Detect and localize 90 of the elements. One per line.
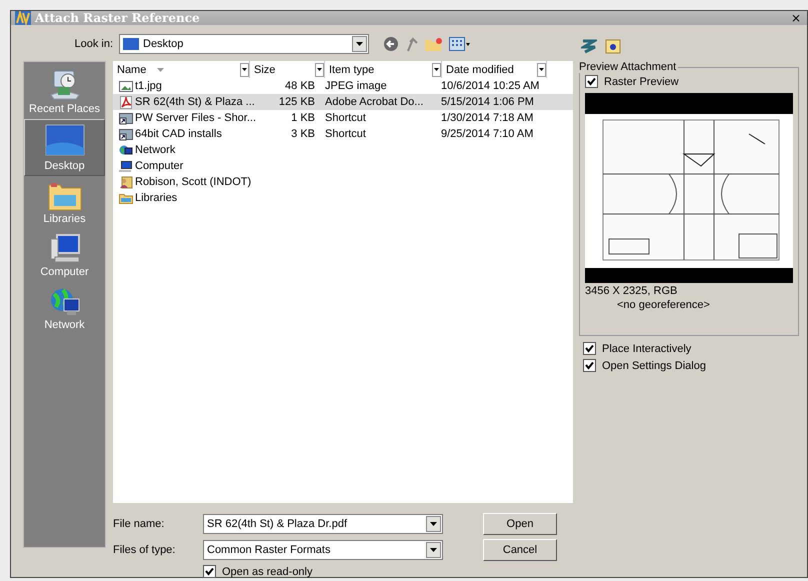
file-row[interactable]: 64bit CAD installs 3 KB Shortcut 9/25/2014 7:10 AM [113, 126, 573, 142]
column-header[interactable]: Name [113, 61, 250, 78]
file-name: SR 62(4th St) & Plaza ... [135, 96, 255, 108]
file-date: 1/30/2014 7:18 AM [440, 112, 534, 124]
network-globe-icon [48, 287, 80, 317]
raster-info: 3456 X 2325, RGB [585, 285, 678, 297]
file-date: 10/6/2014 10:25 AM [440, 80, 540, 92]
dropdown-button[interactable] [426, 542, 441, 558]
column-header[interactable]: Item type [325, 61, 442, 78]
column-header[interactable]: Size [250, 61, 325, 78]
file-row[interactable]: Robison, Scott (INDOT) [113, 174, 573, 190]
file-date: 5/15/2014 1:06 PM [440, 96, 534, 108]
file-row[interactable]: t1.jpg 48 KB JPEG image 10/6/2014 10:25 AM [113, 78, 573, 94]
view-menu-icon[interactable] [449, 37, 471, 51]
georeference-status: <no georeference> [616, 299, 711, 311]
places-item[interactable]: Desktop [24, 119, 105, 176]
swirl-logo-icon[interactable] [581, 38, 597, 54]
read-only-label: Open as read-only [222, 566, 312, 578]
look-in-dropdown[interactable]: Desktop [119, 34, 369, 54]
file-name-field[interactable]: SR 62(4th St) & Plaza Dr.pdf [203, 514, 443, 534]
pdf-file-icon [119, 96, 133, 108]
file-type-label: Files of type: [113, 544, 176, 556]
app-logo-icon [15, 11, 31, 25]
raster-preview-label: Raster Preview [604, 76, 679, 88]
file-row[interactable]: Libraries [113, 190, 573, 206]
checkbox[interactable] [583, 359, 596, 372]
places-item[interactable]: Network [24, 282, 105, 335]
file-name: t1.jpg [135, 80, 162, 92]
checkbox[interactable] [585, 75, 598, 88]
checkbox[interactable] [583, 342, 596, 355]
shortcut-icon [119, 128, 133, 140]
caret-icon [242, 68, 247, 71]
file-date: 9/25/2014 7:10 AM [440, 128, 534, 140]
file-row[interactable]: SR 62(4th St) & Plaza ... 125 KB Adobe Acrobat Do... 5/15/2014 1:06 PM [113, 94, 573, 110]
window-title: Attach Raster Reference [35, 11, 201, 25]
file-name: Libraries [135, 192, 178, 204]
dropdown-arrow-icon [356, 42, 363, 46]
file-name: Computer [135, 160, 184, 172]
column-filter-button[interactable] [537, 62, 546, 76]
preview-group-title: Preview Attachment [578, 61, 678, 73]
globe-computer-icon [119, 144, 133, 156]
libraries-folder-icon [48, 181, 82, 211]
file-name: PW Server Files - Shor... [135, 112, 256, 124]
desktop-icon [44, 124, 84, 158]
file-name: 64bit CAD installs [135, 128, 222, 140]
close-button[interactable]: × [788, 11, 803, 25]
column-filter-button[interactable] [315, 62, 324, 76]
user-folder-icon [119, 176, 133, 188]
column-filter-button[interactable] [240, 62, 249, 76]
places-item[interactable]: Computer [24, 229, 105, 282]
image-file-icon [119, 80, 133, 92]
file-type: Adobe Acrobat Do... [324, 96, 424, 108]
shortcut-icon [119, 112, 133, 124]
caret-icon [434, 68, 439, 71]
dropdown-arrow-icon [430, 548, 437, 552]
file-row[interactable]: PW Server Files - Shor... 1 KB Shortcut 1/30/2014 7:18 AM [113, 110, 573, 126]
places-item[interactable]: Libraries [24, 176, 105, 229]
file-name-label: File name: [113, 518, 166, 530]
file-type-dropdown[interactable]: Common Raster Formats [203, 540, 443, 560]
file-name: Network [135, 144, 176, 156]
file-size: 125 KB [278, 96, 316, 108]
recent-places-icon [48, 69, 82, 101]
cancel-button[interactable]: Cancel [483, 539, 557, 561]
new-folder-icon[interactable] [425, 37, 443, 51]
dropdown-arrow-icon [430, 522, 437, 526]
places-item[interactable]: Recent Places [24, 64, 105, 119]
option-label: Open Settings Dialog [602, 360, 706, 372]
file-type: JPEG image [324, 80, 388, 92]
file-size: 3 KB [290, 128, 316, 140]
folder-icon [119, 192, 133, 204]
look-in-label: Look in: [73, 38, 113, 50]
computer-icon [119, 160, 133, 172]
caret-icon [539, 68, 544, 71]
checkbox[interactable] [203, 565, 216, 578]
file-type: Shortcut [324, 112, 367, 124]
file-name: Robison, Scott (INDOT) [135, 176, 252, 188]
option-label: Place Interactively [602, 342, 692, 354]
column-filter-button[interactable] [432, 62, 441, 76]
desktop-icon [123, 38, 139, 50]
file-row[interactable]: Computer [113, 158, 573, 174]
sort-caret-icon [157, 68, 164, 72]
file-row[interactable]: Network [113, 142, 573, 158]
computer-icon [48, 234, 80, 264]
caret-icon [317, 68, 322, 71]
column-header[interactable]: Date modified [442, 61, 547, 78]
file-size: 48 KB [284, 80, 316, 92]
dropdown-button[interactable] [426, 516, 441, 532]
open-button[interactable]: Open [483, 513, 557, 535]
dropdown-button[interactable] [352, 36, 367, 52]
file-type: Shortcut [324, 128, 367, 140]
